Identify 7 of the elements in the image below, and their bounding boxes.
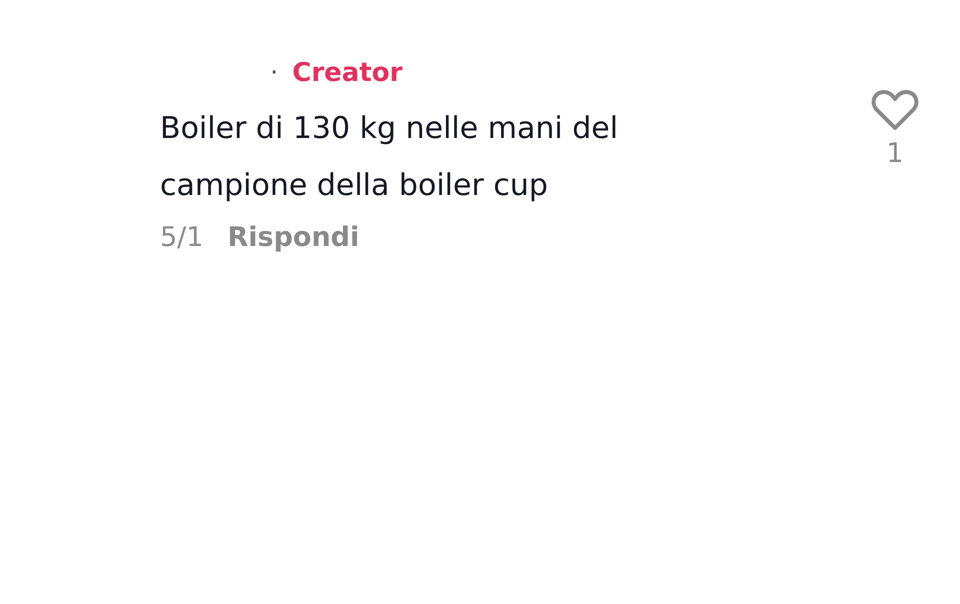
creator-label: Creator xyxy=(292,57,402,90)
comment-text: Boiler di 130 kg nelle mani del campione della boiler cup xyxy=(160,110,620,205)
heart-icon[interactable] xyxy=(871,88,919,132)
like-count: 1 xyxy=(886,138,904,169)
comment-date: 5/1 xyxy=(160,221,204,255)
separator-dot: · xyxy=(270,57,278,90)
reply-link[interactable]: Rispondi xyxy=(227,220,360,256)
